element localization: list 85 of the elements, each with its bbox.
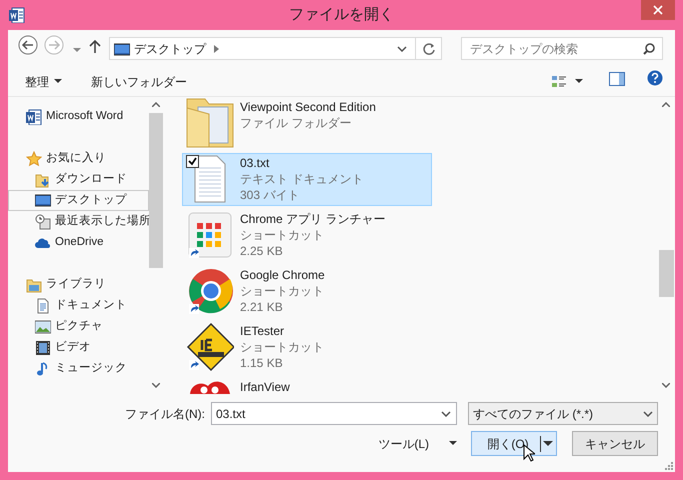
sidebar-item[interactable]: OneDrive bbox=[8, 232, 149, 253]
file-type: ファイル フォルダー bbox=[240, 115, 352, 131]
sidebar-item[interactable]: デスクトップ bbox=[8, 190, 149, 211]
file-type: ショートカット bbox=[240, 339, 324, 355]
cancel-button[interactable]: キャンセル bbox=[572, 431, 658, 456]
star-icon bbox=[26, 150, 42, 166]
sidebar-item[interactable]: ピクチャ bbox=[8, 316, 149, 337]
address-bar[interactable]: デスクトップ bbox=[109, 37, 442, 60]
chevron-down-icon bbox=[441, 411, 451, 417]
file-type-dropdown[interactable]: すべてのファイル (*.*) bbox=[468, 402, 658, 425]
sidebar-item[interactable]: ミュージック bbox=[8, 358, 149, 379]
folder-icon bbox=[26, 276, 42, 292]
sidebar-item[interactable]: ライブラリ bbox=[8, 274, 149, 295]
new-folder-button[interactable]: 新しいフォルダー bbox=[91, 72, 187, 90]
view-icon bbox=[551, 74, 567, 90]
organize-button[interactable]: 整理 bbox=[25, 72, 62, 90]
chevron-down-icon bbox=[397, 46, 407, 52]
file-name: 03.txt bbox=[240, 155, 270, 171]
caret-icon bbox=[449, 441, 457, 446]
monitor-icon bbox=[114, 42, 130, 56]
picture-icon bbox=[35, 318, 51, 334]
cartoon-animal-icon bbox=[190, 380, 230, 394]
resize-grip-icon bbox=[665, 462, 673, 470]
search-field[interactable]: デスクトップの検索 bbox=[461, 37, 663, 60]
file-name: IETester bbox=[240, 323, 286, 339]
search-icon bbox=[643, 43, 655, 55]
file-name: IrfanView bbox=[240, 379, 290, 394]
file-name: Google Chrome bbox=[240, 267, 325, 283]
file-size: 2.21 KB bbox=[240, 299, 284, 315]
scroll-up-icon bbox=[152, 102, 160, 107]
file-item[interactable]: Viewpoint Second Edition ファイル フォルダー bbox=[182, 97, 432, 150]
sidebar-item[interactable]: お気に入り bbox=[8, 148, 149, 169]
help-icon bbox=[647, 70, 663, 86]
panel-icon bbox=[609, 72, 625, 86]
app-grid-icon bbox=[186, 210, 234, 260]
file-type: ショートカット bbox=[240, 227, 325, 243]
folder-icon bbox=[186, 98, 234, 148]
file-name: Chrome アプリ ランチャー bbox=[240, 211, 386, 227]
filename-label: ファイル名(N): bbox=[125, 406, 205, 422]
tools-button[interactable]: ツール(L) bbox=[378, 434, 457, 452]
chevron-down-icon bbox=[643, 410, 653, 416]
document-icon bbox=[9, 7, 25, 23]
document-icon bbox=[35, 298, 51, 314]
scroll-down-icon bbox=[152, 383, 160, 388]
file-item[interactable]: Chrome アプリ ランチャー ショートカット 2.25 KB bbox=[182, 209, 432, 262]
file-item[interactable]: Google Chrome ショートカット 2.21 KB bbox=[182, 265, 432, 318]
scroll-down-icon bbox=[662, 383, 670, 388]
file-size: 303 バイト bbox=[240, 187, 300, 203]
sidebar-item[interactable]: Microsoft Word bbox=[8, 106, 149, 127]
sidebar-item[interactable]: ビデオ bbox=[8, 337, 149, 358]
sidebar-item[interactable]: ドキュメント bbox=[8, 295, 149, 316]
file-item[interactable]: 03.txt テキスト ドキュメント 303 バイト bbox=[182, 153, 432, 206]
folder-icon bbox=[35, 172, 51, 188]
file-type: ショートカット bbox=[240, 283, 325, 299]
caret-icon bbox=[543, 440, 554, 446]
file-size: 2.25 KB bbox=[240, 243, 284, 259]
sidebar-item[interactable]: 最近表示した場所 bbox=[8, 211, 149, 232]
view-options-button[interactable] bbox=[551, 74, 583, 90]
up-arrow-icon bbox=[89, 38, 101, 52]
sidebar-item[interactable]: ダウンロード bbox=[8, 169, 149, 190]
file-item[interactable]: IETester ショートカット 1.15 KB bbox=[182, 321, 432, 374]
document-icon bbox=[26, 108, 42, 124]
monitor-icon bbox=[35, 192, 51, 208]
file-size: 1.15 KB bbox=[240, 355, 284, 371]
close-button[interactable] bbox=[641, 0, 675, 20]
file-item[interactable]: IrfanView bbox=[182, 377, 432, 394]
caret-icon bbox=[54, 79, 62, 84]
caret-icon bbox=[575, 79, 583, 84]
window-title: ファイルを開く bbox=[289, 4, 394, 25]
file-type: テキスト ドキュメント bbox=[240, 171, 364, 187]
refresh-icon bbox=[422, 42, 434, 54]
address-path[interactable]: デスクトップ bbox=[134, 40, 206, 58]
clock-icon bbox=[35, 214, 51, 230]
caret-icon bbox=[73, 48, 81, 52]
scroll-up-icon bbox=[662, 102, 670, 107]
close-icon bbox=[653, 5, 663, 15]
browser-logo-icon bbox=[186, 266, 234, 316]
checkbox[interactable] bbox=[186, 155, 199, 168]
file-name: Viewpoint Second Edition bbox=[240, 99, 376, 115]
warning-sign-icon bbox=[186, 322, 234, 372]
filename-field[interactable]: 03.txt bbox=[211, 402, 457, 425]
chevron-right-icon bbox=[214, 44, 219, 52]
scrollbar-thumb[interactable] bbox=[659, 250, 674, 297]
scrollbar-thumb[interactable] bbox=[149, 113, 163, 268]
film-icon bbox=[35, 340, 51, 356]
